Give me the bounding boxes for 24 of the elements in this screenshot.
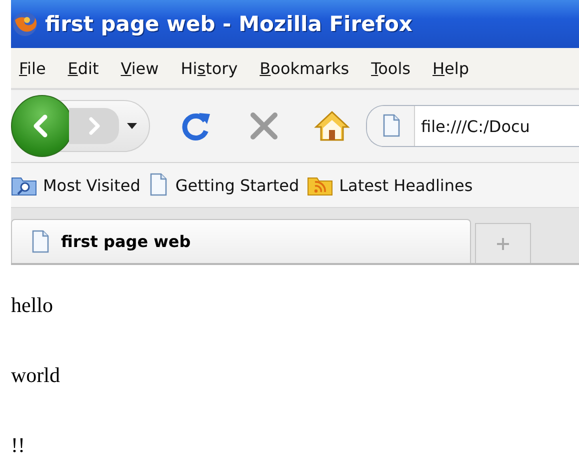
house-icon — [314, 109, 350, 143]
page-icon — [148, 173, 170, 197]
address-field[interactable]: file:///C:/Docu — [366, 105, 579, 147]
bookmark-link[interactable]: Most Visited — [43, 176, 140, 194]
menu-item[interactable]: History — [172, 58, 252, 78]
close-icon — [248, 110, 280, 142]
menu-item[interactable]: Tools — [363, 58, 424, 78]
menu-item[interactable]: Help — [424, 58, 483, 78]
window-title: first page web - Mozilla Firefox — [45, 12, 412, 36]
menu-item[interactable]: File — [11, 58, 60, 78]
bookmark-link[interactable]: Getting Started — [175, 176, 300, 194]
page-icon — [381, 114, 402, 138]
caret-icon — [127, 123, 137, 129]
paragraph: hello — [11, 292, 54, 318]
bookmark-link[interactable]: Latest Headlines — [339, 176, 473, 194]
menu-item[interactable]: Bookmarks — [252, 58, 364, 78]
menu-item[interactable]: View — [112, 58, 173, 78]
tab[interactable]: first page web — [11, 219, 471, 263]
page-icon — [30, 230, 51, 254]
paragraph: !! — [11, 432, 26, 458]
menu-item[interactable]: Edit — [60, 58, 113, 78]
firefox-logo-icon — [11, 10, 39, 38]
plus-icon — [496, 236, 510, 250]
paragraph: world — [11, 362, 61, 388]
